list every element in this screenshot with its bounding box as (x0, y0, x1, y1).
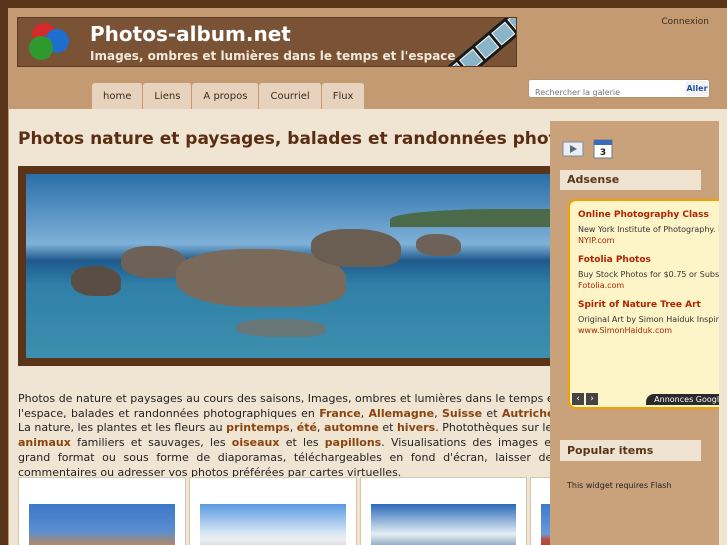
link-france[interactable]: France (319, 407, 360, 420)
ad-nav: ‹ › (572, 393, 598, 405)
ad-title[interactable]: Fotolia Photos (578, 255, 718, 265)
intro-segment: , (434, 406, 442, 420)
calendar-icon[interactable]: 3 (592, 139, 614, 159)
thumbnail-card[interactable] (188, 477, 357, 545)
ad-title[interactable]: Spirit of Nature Tree Art (578, 300, 718, 310)
intro-segment: . Photothèques sur les (435, 421, 558, 435)
slideshow-icon[interactable] (562, 139, 584, 159)
sidebar: 3 Adsense Online Photography Class New Y… (550, 121, 719, 545)
search-input[interactable] (529, 84, 683, 101)
thumbnail-card[interactable] (359, 477, 528, 545)
ad-item[interactable]: Online Photography Class New York Instit… (578, 210, 719, 245)
intro-segment: et les (279, 436, 325, 450)
chevron-left-icon[interactable]: ‹ (572, 393, 584, 405)
hero-rock (416, 234, 461, 256)
intro-segment: , (316, 421, 324, 435)
ad-url[interactable]: www.SimonHaiduk.com (578, 326, 718, 335)
link-allemagne[interactable]: Allemagne (369, 407, 435, 420)
hero-photo[interactable] (26, 174, 570, 358)
hero-headland (390, 209, 570, 227)
ad-description: Buy Stock Photos for $0.75 or Subscribe.… (578, 270, 719, 279)
link-ete[interactable]: été (297, 421, 317, 434)
popular-items-title: Popular items (560, 440, 701, 461)
sidebar-icons: 3 (562, 139, 614, 159)
hero-rock (236, 319, 326, 337)
ads-badge[interactable]: Annonces Google (646, 394, 719, 405)
intro-segment: , (289, 421, 297, 435)
nav-tab-a-propos[interactable]: A propos (192, 83, 260, 110)
intro-segment: et (482, 406, 502, 420)
link-printemps[interactable]: printemps (226, 421, 290, 434)
link-animaux[interactable]: animaux (18, 436, 71, 449)
ad-url[interactable]: Fotolia.com (578, 281, 718, 290)
nav-tab-liens[interactable]: Liens (143, 83, 193, 110)
link-automne[interactable]: automne (324, 421, 379, 434)
intro-segment: et (378, 421, 397, 435)
ad-item[interactable]: Fotolia Photos Buy Stock Photos for $0.7… (578, 255, 719, 290)
site-title: Photos-album.net (90, 22, 291, 46)
nav-tab-home[interactable]: home (92, 83, 144, 110)
ad-description: Original Art by Simon Haiduk Inspired by… (578, 315, 719, 324)
hero-rock (71, 266, 121, 296)
thumbnail-card[interactable] (18, 477, 186, 545)
nav-tab-flux[interactable]: Flux (321, 83, 366, 110)
ad-box: Online Photography Class New York Instit… (568, 199, 719, 409)
chevron-right-icon[interactable]: › (586, 393, 598, 405)
flash-notice: This widget requires Flash (567, 481, 672, 490)
main-nav: home Liens A propos Courriel Flux (92, 83, 366, 110)
thumbnail-image (29, 504, 175, 545)
link-autriche[interactable]: Autriche (502, 407, 555, 420)
adsense-title: Adsense (560, 170, 701, 190)
page-frame: Photos-album.net Images, ombres et lumiè… (8, 8, 727, 545)
calendar-day: 3 (600, 148, 606, 158)
hero-image-frame (18, 166, 578, 366)
site-tagline: Images, ombres et lumières dans le temps… (90, 49, 456, 63)
ad-title[interactable]: Online Photography Class (578, 210, 718, 220)
intro-segment: familiers et sauvages, les (70, 436, 232, 450)
intro-text: Photos de nature et paysages au cours de… (18, 392, 558, 480)
site-logo[interactable]: Photos-album.net Images, ombres et lumiè… (17, 17, 517, 67)
link-suisse[interactable]: Suisse (442, 407, 482, 420)
ad-description: New York Institute of Photography. Learn… (578, 225, 719, 234)
login-link[interactable]: Connexion (661, 17, 709, 27)
intro-segment: , (360, 406, 369, 420)
thumbnail-image (199, 504, 346, 545)
logo-green-dot (29, 36, 53, 60)
ad-url[interactable]: NYIP.com (578, 236, 718, 245)
ad-item[interactable]: Spirit of Nature Tree Art Original Art b… (578, 300, 719, 335)
search-button[interactable]: Aller (686, 81, 708, 96)
link-oiseaux[interactable]: oiseaux (232, 436, 280, 449)
thumbnail-image (370, 504, 517, 545)
nav-tab-courriel[interactable]: Courriel (259, 83, 322, 110)
link-hivers[interactable]: hivers (397, 421, 435, 434)
hero-rock (311, 229, 401, 267)
link-papillons[interactable]: papillons (325, 436, 381, 449)
main-content: Photos nature et paysages, balades et ra… (9, 109, 727, 545)
search-box: Aller (528, 79, 710, 101)
